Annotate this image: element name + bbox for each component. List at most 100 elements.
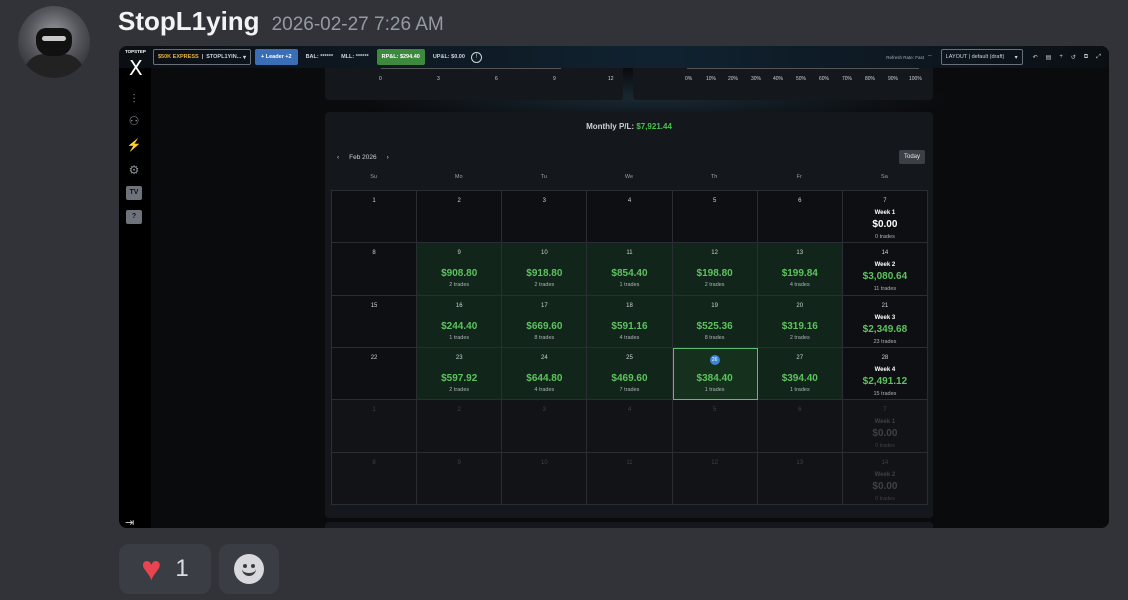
day-number: 11 (626, 459, 633, 466)
tv-icon[interactable]: TV (126, 186, 142, 200)
fullscreen-icon[interactable]: ⤢ (1096, 54, 1101, 61)
calendar-day-cell[interactable]: 1 (332, 191, 418, 244)
calendar-day-cell[interactable]: 12 $198.80 2 trades (672, 243, 758, 296)
calendar-day-cell[interactable]: 13 $199.84 4 trades (757, 243, 843, 296)
trade-count: 8 trades (704, 334, 725, 341)
week-summary-cell[interactable]: 21 Week 3 $2,349.68 23 trades (842, 295, 928, 348)
week-summary-cell[interactable]: 28 Week 4 $2,491.12 15 trades (842, 347, 928, 401)
gear-icon[interactable]: ⚙ (125, 163, 143, 177)
day-number: 3 (542, 407, 547, 414)
screenshot-attachment[interactable]: $50K EXPRESS | STOPL1YIN... ▾ + Leader +… (119, 46, 1109, 528)
leader-button[interactable]: + Leader +2 (255, 49, 298, 65)
add-icon[interactable]: + (1059, 54, 1063, 61)
calendar-day-cell[interactable]: 6 (757, 191, 843, 244)
users-icon[interactable]: ⚇ (125, 114, 143, 128)
account-select[interactable]: $50K EXPRESS | STOPL1YIN... ▾ (153, 49, 251, 65)
calendar-day-cell[interactable]: 9 (417, 452, 503, 505)
calendar-day-cell[interactable]: 3 (502, 191, 588, 244)
calendar-day-cell[interactable]: 1 (332, 400, 418, 453)
axis-tick: 80% (865, 76, 876, 82)
calendar-day-cell[interactable]: 26 $384.40 1 trades (672, 347, 758, 401)
calendar-day-cell[interactable]: 8 (332, 452, 418, 505)
day-number: 6 (798, 198, 802, 204)
performance-icon[interactable]: ⚡ (125, 138, 143, 152)
day-pnl: $854.40 (611, 268, 648, 280)
trade-count: 11 trades (873, 286, 897, 293)
axis-tick: 3 (437, 76, 440, 82)
calendar-day-cell[interactable]: 23 $597.92 2 trades (417, 347, 503, 401)
day-pnl: $244.40 (441, 320, 478, 332)
next-month-icon[interactable]: › (387, 154, 389, 161)
calendar-day-cell[interactable]: 13 (757, 452, 843, 505)
weekday-header: Su Mo Tu We Th Fr Sa (331, 174, 927, 180)
reaction-count: 1 (175, 555, 189, 582)
calendar-day-cell[interactable]: 17 $669.60 8 trades (502, 295, 588, 348)
calendar-day-cell[interactable]: 20 $319.16 2 trades (757, 295, 843, 348)
calendar-day-cell[interactable]: 10 (502, 452, 588, 505)
week-summary-cell[interactable]: 14 Week 2 $3,080.64 11 trades (842, 243, 928, 296)
brand-logo[interactable]: TOPSTEP X (125, 46, 147, 90)
calendar-day-cell[interactable]: 27 $394.40 1 trades (757, 347, 843, 401)
prev-month-icon[interactable]: ‹ (337, 154, 339, 161)
calendar-day-cell[interactable]: 18 $591.16 4 trades (587, 295, 673, 348)
layout-select[interactable]: LAYOUT | default (draft) ▾ (940, 49, 1023, 65)
calendar-day-cell[interactable]: 2 (417, 400, 503, 453)
calendar-day-cell[interactable]: 5 (672, 400, 758, 453)
wifi-icon: ⌔ (927, 55, 933, 61)
user-avatar[interactable] (18, 6, 90, 78)
day-number: 1 (372, 407, 376, 414)
calendar-day-cell[interactable]: 4 (587, 400, 673, 453)
calendar-day-cell[interactable]: 16 $244.40 1 trades (417, 295, 503, 348)
calendar-day-cell[interactable]: 22 (332, 347, 418, 401)
heart-icon: ♥ (141, 550, 162, 588)
mll-stat: MLL: ****** (341, 54, 369, 60)
day-pnl: $669.60 (526, 320, 563, 332)
calendar-day-cell[interactable]: 11 (587, 452, 673, 505)
today-button[interactable]: Today (898, 150, 925, 164)
chart-icon[interactable]: ⫶ (125, 92, 143, 106)
day-number: 9 (457, 250, 461, 257)
day-number: 7 (883, 407, 887, 414)
calendar-day-cell[interactable]: 19 $525.36 8 trades (672, 295, 758, 348)
week-pnl: $2,349.68 (862, 323, 908, 335)
day-number: 3 (542, 198, 547, 204)
account-type: $50K EXPRESS (158, 54, 199, 60)
calendar-day-cell[interactable]: 11 $854.40 1 trades (587, 243, 673, 296)
calendar-day-cell[interactable]: 15 (332, 295, 418, 348)
trade-count: 0 trades (874, 443, 895, 450)
calendar-day-cell[interactable]: 4 (587, 191, 673, 244)
day-number: 8 (372, 459, 376, 466)
week-summary-cell[interactable]: 14 Week 2 $0.00 0 trades (842, 452, 928, 505)
day-pnl: $394.40 (781, 372, 818, 384)
popout-icon[interactable]: ⧉ (1084, 54, 1088, 61)
day-pnl: $591.16 (611, 320, 648, 332)
calendar-day-cell[interactable]: 25 $469.60 7 trades (587, 347, 673, 401)
info-icon[interactable]: ! (470, 51, 482, 63)
week-summary-cell[interactable]: 7 Week 1 $0.00 0 trades (842, 191, 928, 244)
add-reaction-button[interactable] (219, 544, 279, 594)
help-icon[interactable]: ? (126, 210, 142, 224)
calendar-day-cell[interactable]: 24 $644.80 4 trades (502, 347, 588, 401)
calendar-day-cell[interactable]: 2 (417, 191, 503, 244)
axis-tick: 6 (495, 76, 498, 82)
save-icon[interactable]: ▤ (1046, 54, 1052, 61)
logout-icon[interactable]: ⇥ (125, 516, 134, 528)
heart-reaction[interactable]: ♥ 1 (119, 544, 211, 594)
username[interactable]: StopL1ying (118, 6, 260, 37)
calendar-day-cell[interactable]: 12 (672, 452, 758, 505)
calendar-day-cell[interactable]: 8 (332, 243, 418, 296)
revert-icon[interactable]: ↺ (1071, 54, 1076, 61)
day-number: 15 (370, 302, 378, 309)
calendar-day-cell[interactable]: 3 (502, 400, 588, 453)
calendar-day-cell[interactable]: 9 $908.80 2 trades (417, 243, 503, 296)
calendar-day-cell[interactable]: 6 (757, 400, 843, 453)
day-pnl: $918.80 (526, 268, 563, 280)
calendar-day-cell[interactable]: 10 $918.80 2 trades (502, 243, 588, 296)
week-label: Week 2 (874, 471, 896, 478)
undo-icon[interactable]: ↶ (1033, 54, 1038, 61)
week-label: Week 2 (874, 262, 896, 269)
calendar-day-cell[interactable]: 5 (672, 191, 758, 244)
week-summary-cell[interactable]: 7 Week 1 $0.00 0 trades (842, 400, 928, 453)
trade-count: 15 trades (873, 390, 897, 397)
axis-tick: 20% (728, 76, 739, 82)
